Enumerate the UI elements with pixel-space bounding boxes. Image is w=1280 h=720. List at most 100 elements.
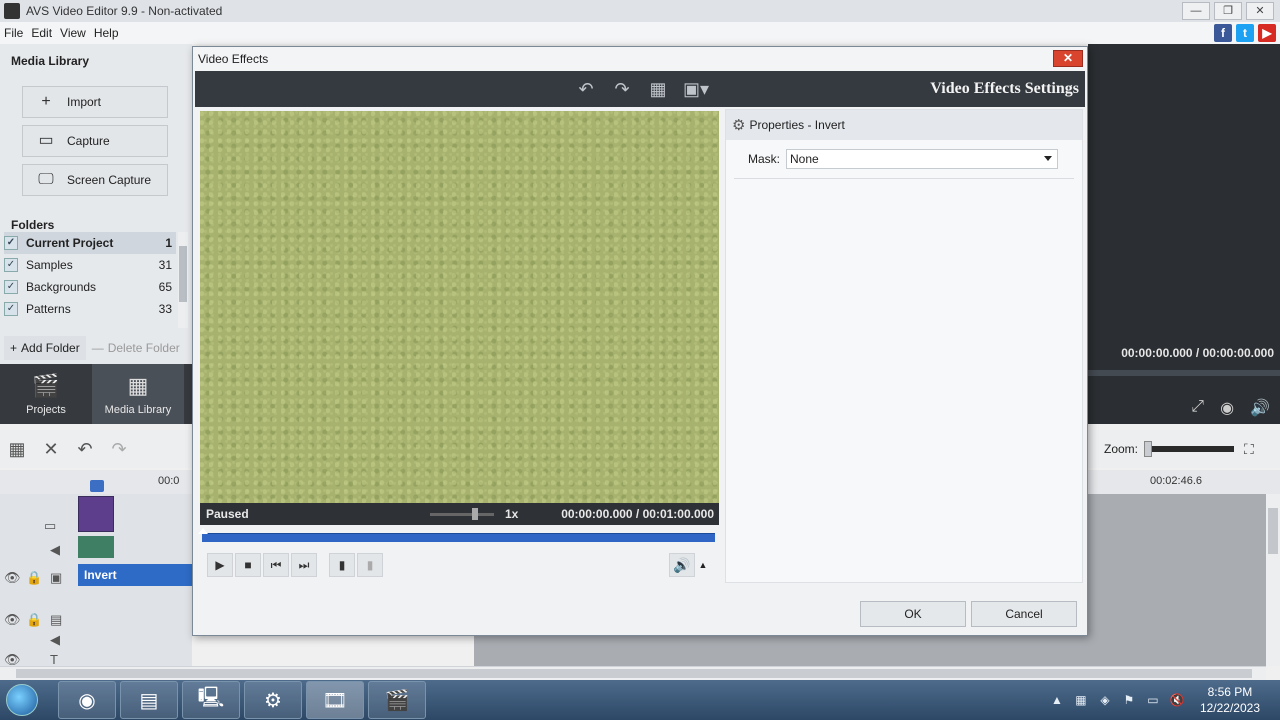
tray-expand-icon[interactable]: ▲ [1048,691,1066,709]
monitor-tray-icon[interactable]: ▭ [1144,691,1162,709]
timeline-horizontal-scrollbar[interactable] [0,666,1266,680]
player-seek-bar[interactable] [1088,370,1280,376]
vertical-scroll-thumb[interactable] [1268,508,1278,554]
speaker-muted-icon[interactable]: 🔇 [1168,691,1186,709]
folder-check-icon: ✓ [4,236,18,250]
nav-projects[interactable]: 🎬 Projects [0,364,92,424]
delete-icon[interactable]: ✕ [34,439,68,460]
capture-button[interactable]: ▭ Capture [22,125,168,157]
menu-view[interactable]: View [60,26,86,40]
eye-icon[interactable]: 👁 [4,570,21,586]
folder-scrollbar[interactable] [178,232,188,328]
volume-icon[interactable]: 🔊 [1250,398,1270,418]
play-button[interactable]: ▶ [207,553,233,577]
monitor-icon: 🖵 [38,171,54,188]
youtube-icon[interactable]: ▶ [1258,24,1276,42]
dialog-tools: ↶ ↷ ▦ ▣▾ [575,79,719,100]
ok-button[interactable]: OK [860,601,966,627]
folder-actions: + Add Folder — Delete Folder [0,334,192,362]
maximize-button[interactable]: ❐ [1214,2,1242,20]
menu-edit[interactable]: Edit [31,26,52,40]
clock[interactable]: 8:56 PM 12/22/2023 [1200,684,1260,716]
effect-preview[interactable] [200,111,719,503]
snapshot-icon[interactable]: ◉ [1220,398,1234,418]
mark-out-button[interactable]: ▮ [357,553,383,577]
player-controls: ⤢ ◉ 🔊 [1175,398,1270,418]
lock-icon[interactable]: 🔒 [26,570,42,586]
mask-row: Mask: None [726,148,1082,170]
seek-marker[interactable] [198,528,208,534]
next-frame-button[interactable]: ⏭ [291,553,317,577]
twitter-icon[interactable]: t [1236,24,1254,42]
remote-desktop-icon[interactable]: 🖳 [182,681,240,719]
menu-file[interactable]: File [4,26,23,40]
undo-icon[interactable]: ↶ [68,439,102,460]
zoom-slider-knob[interactable] [1144,441,1153,457]
eye-icon[interactable]: 👁 [4,612,21,628]
zoom-label: Zoom: [1104,442,1139,456]
timeline-ruler: 00:0 [0,470,192,494]
gear-icon: ⚙ [732,117,746,134]
video-editor-icon[interactable]: 🎬 [368,681,426,719]
audio-clip[interactable] [78,536,114,558]
mask-select[interactable]: None [786,149,1058,169]
playhead-marker[interactable] [90,480,104,492]
speed-slider-knob[interactable] [472,508,478,520]
social-links: f t ▶ [1210,24,1276,42]
folder-scroll-thumb[interactable] [179,246,187,302]
folder-item[interactable]: ✓ Patterns 33 [4,298,176,320]
media-library-title: Media Library [11,54,90,68]
properties-title: Properties - Invert [749,118,845,132]
menu-help[interactable]: Help [94,26,119,40]
dialog-heading: Video Effects Settings [930,80,1079,97]
stop-button[interactable]: ■ [235,553,261,577]
folder-item[interactable]: ✓ Current Project 1 [4,232,176,254]
dialog-close-button[interactable]: ✕ [1053,50,1083,67]
lock-icon[interactable]: 🔒 [26,612,42,628]
facebook-icon[interactable]: f [1214,24,1232,42]
minimize-button[interactable]: — [1182,2,1210,20]
fit-icon[interactable]: ⛶ [1244,441,1254,458]
previous-frame-button[interactable]: ⏮ [263,553,289,577]
video-app-icon[interactable]: 🎞 [306,681,364,719]
nav-media-library[interactable]: ▦ Media Library [92,364,184,424]
network-icon[interactable]: ▦ [1072,691,1090,709]
timeline-tracks: ▭ ◀ 👁 🔒 ▣ Invert 👁 🔒 ▤ ◀ 👁 T [0,494,192,667]
timeline-vertical-scrollbar[interactable] [1266,494,1280,666]
settings-app-icon[interactable]: ⚙ [244,681,302,719]
player-time: 00:00:00.000 / 00:00:00.000 [1121,346,1274,360]
fullscreen-icon[interactable]: ⤢ [1191,398,1204,418]
effect-clip-invert[interactable]: Invert [78,564,192,586]
folder-count: 33 [158,302,172,316]
mark-in-button[interactable]: ▮ [329,553,355,577]
delete-folder-button[interactable]: — Delete Folder [86,336,186,360]
zoom-slider[interactable] [1144,441,1235,457]
redo-icon[interactable]: ↷ [102,439,136,460]
volume-icon[interactable]: 🔊 [669,553,695,577]
import-button[interactable]: + Import [22,86,168,118]
volume-arrow-icon[interactable]: ▲ [695,553,711,577]
display-mode-icon[interactable]: ▣▾ [683,79,709,100]
screen-capture-button[interactable]: 🖵 Screen Capture [22,164,168,196]
preview-seek-bar[interactable] [198,528,715,542]
close-button[interactable]: ✕ [1246,2,1274,20]
add-folder-button[interactable]: + Add Folder [4,336,86,360]
start-button[interactable] [0,680,44,720]
undo-icon[interactable]: ↶ [575,79,597,100]
zoom-bar: Zoom: ⛶ [1088,430,1280,468]
folder-item[interactable]: ✓ Backgrounds 65 [4,276,176,298]
horizontal-scroll-thumb[interactable] [16,669,1252,678]
redo-icon[interactable]: ↷ [611,79,633,100]
flag-icon[interactable]: ⚑ [1120,691,1138,709]
clapper-icon: 🎬 [32,373,60,398]
security-icon[interactable]: ◈ [1096,691,1114,709]
folder-item[interactable]: ✓ Samples 31 [4,254,176,276]
chrome-icon[interactable]: ◉ [58,681,116,719]
storyboard-icon[interactable]: ▦ [0,439,34,460]
grid-icon[interactable]: ▦ [647,79,669,100]
file-explorer-icon[interactable]: ▤ [120,681,178,719]
cancel-button[interactable]: Cancel [971,601,1077,627]
video-clip[interactable] [78,496,114,532]
speed-slider[interactable] [430,513,494,516]
text-track-icon: T [50,652,58,667]
